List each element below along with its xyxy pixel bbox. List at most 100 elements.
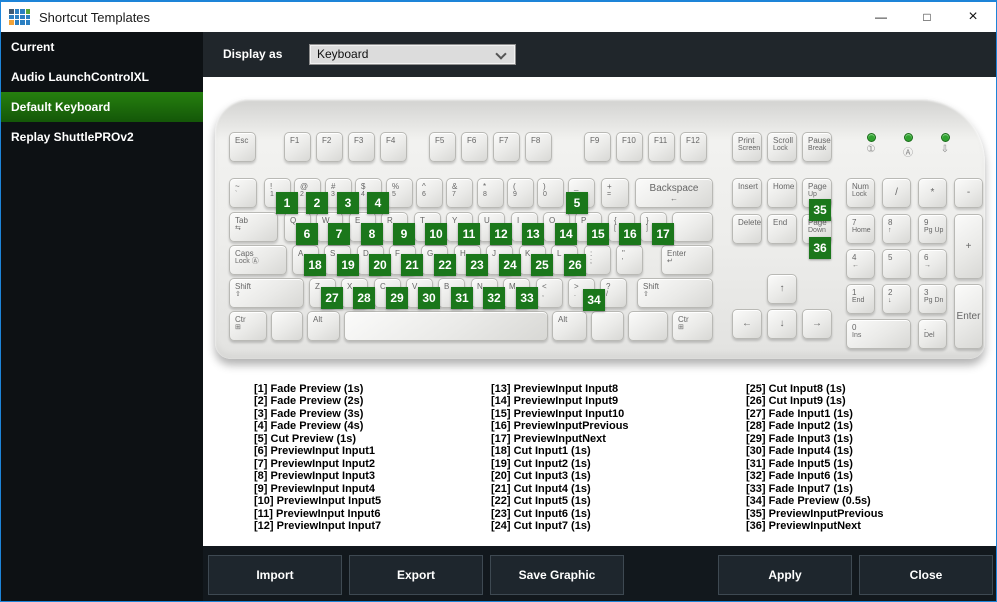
export-button[interactable]: Export (349, 555, 483, 595)
keyboard-key: 0 Ins (846, 319, 911, 349)
shortcut-line: [28] Fade Input2 (1s) (746, 420, 853, 433)
shortcut-line: [17] PreviewInputNext (491, 432, 606, 445)
shortcut-key-badge: 35 (809, 199, 831, 221)
keyboard-key (672, 212, 713, 242)
scroll-lock-indicator-led (941, 133, 950, 142)
shortcut-key-badge: 8 (361, 223, 383, 245)
shortcut-line: [21] Cut Input4 (1s) (491, 482, 591, 495)
shortcut-line: [35] PreviewInputPrevious (746, 507, 884, 520)
shortcut-line: [1] Fade Preview (1s) (254, 383, 364, 395)
shortcut-key-badge: 19 (337, 254, 359, 276)
shortcut-line: [29] Fade Input3 (1s) (746, 432, 853, 445)
shortcut-key-badge: 18 (304, 254, 326, 276)
keyboard-key: ← (732, 309, 762, 339)
apply-button[interactable]: Apply (718, 555, 852, 595)
shortcut-line: [12] PreviewInput Input7 (254, 519, 382, 532)
keyboard-key: F12 (680, 132, 707, 162)
shortcut-line: [19] Cut Input2 (1s) (491, 457, 591, 470)
shortcut-key-badge: 13 (522, 223, 544, 245)
chevron-down-icon (495, 48, 507, 60)
shortcut-line: [22] Cut Input5 (1s) (491, 495, 591, 508)
keyboard-key: * (918, 178, 947, 208)
keyboard-key: Num Lock (846, 178, 875, 208)
shortcut-line: [2] Fade Preview (2s) (254, 395, 364, 408)
close-icon[interactable]: × (950, 2, 996, 32)
shortcut-key-badge: 9 (393, 223, 415, 245)
shortcut-key-badge: 28 (353, 287, 375, 309)
keyboard-key: - (954, 178, 983, 208)
caps-lock-indicator-led (904, 133, 913, 142)
app-icon (9, 9, 30, 25)
keyboard-key: ) 0 (537, 178, 564, 208)
shortcut-key-badge: 21 (401, 254, 423, 276)
keyboard-key: 5 (882, 249, 911, 279)
shortcut-line: [27] Fade Input1 (1s) (746, 407, 853, 420)
shortcut-line: [8] PreviewInput Input3 (254, 470, 376, 483)
shortcut-key-badge: 3 (337, 192, 359, 214)
footer-bar: Import Export Save Graphic Apply Close (203, 546, 996, 601)
keyboard-key: Tab ⇆ (229, 212, 278, 242)
keyboard-key: (9 (507, 178, 534, 208)
keyboard-key: Alt (307, 311, 340, 341)
shortcut-line: [9] PreviewInput Input4 (254, 482, 376, 495)
shortcut-key-badge: 22 (434, 254, 456, 276)
shortcut-templates-window: Shortcut Templates — □ × Current Audio La… (0, 0, 997, 602)
shortcut-key-badge: 1 (276, 192, 298, 214)
display-as-toolbar: Display as Keyboard (203, 32, 996, 77)
keyboard-key: Shift ⇧ (637, 278, 713, 308)
save-graphic-button[interactable]: Save Graphic (490, 555, 624, 595)
shortcut-line: [15] PreviewInput Input10 (491, 407, 625, 420)
keyboard-key: F3 (348, 132, 375, 162)
keyboard-key: Delete (732, 214, 762, 244)
shortcut-key-badge: 25 (531, 254, 553, 276)
keyboard-key: ^ 6 (416, 178, 443, 208)
window-controls: — □ × (858, 2, 996, 32)
keyboard-key: F10 (616, 132, 643, 162)
shortcut-key-badge: 23 (466, 254, 488, 276)
keyboard-key: % 5 (386, 178, 413, 208)
keyboard-key: <, (536, 278, 563, 308)
sidebar-item-audio-launchcontrolxl[interactable]: Audio LaunchControlXL (1, 62, 203, 92)
display-as-dropdown[interactable]: Keyboard (309, 44, 516, 65)
keyboard-key: ↓ (767, 309, 797, 339)
shortcut-key-badge: 10 (425, 223, 447, 245)
shortcut-line: [36] PreviewInputNext (746, 519, 861, 532)
keyboard-key: * 8 (477, 178, 504, 208)
keyboard-key: 7 Home (846, 214, 875, 244)
keyboard-key: + (954, 214, 983, 279)
sidebar-item-current[interactable]: Current (1, 32, 203, 62)
shortcut-line: [10] PreviewInput Input5 (254, 495, 382, 508)
keyboard-key: . Del (918, 319, 947, 349)
maximize-button[interactable]: □ (904, 2, 950, 32)
display-as-value: Keyboard (317, 47, 369, 61)
sidebar-item-replay-shuttleprov2[interactable]: Replay ShuttlePROv2 (1, 122, 203, 152)
shortcut-list-column: [1] Fade Preview (1s) [2] Fade Preview (2… (254, 383, 381, 532)
shortcut-key-badge: 34 (583, 289, 605, 311)
keyboard-key: 3 Pg Dn (918, 284, 947, 314)
keyboard-key: Home (767, 178, 797, 208)
caps-lock-indicator-icon: Ⓐ (903, 148, 913, 159)
shortcut-key-badge: 15 (587, 223, 609, 245)
keyboard-key: Pause Break (802, 132, 832, 162)
shortcut-line: [20] Cut Input3 (1s) (491, 470, 591, 483)
shortcut-line: [34] Fade Preview (0.5s) (746, 495, 871, 508)
titlebar: Shortcut Templates — □ × (1, 2, 996, 32)
keyboard-key: → (802, 309, 832, 339)
shortcut-line: [32] Fade Input6 (1s) (746, 470, 853, 483)
keyboard-key: Enter (954, 284, 983, 349)
shortcut-key-badge: 4 (367, 192, 389, 214)
keyboard-key: & 7 (446, 178, 473, 208)
sidebar-item-default-keyboard[interactable]: Default Keyboard (1, 92, 203, 122)
shortcut-line: [14] PreviewInput Input9 (491, 395, 619, 408)
shortcut-line: [25] Cut Input8 (1s) (746, 383, 846, 395)
import-button[interactable]: Import (208, 555, 342, 595)
keyboard-key: Print Screen (732, 132, 762, 162)
shortcut-line: [13] PreviewInput Input8 (491, 383, 619, 395)
keyboard-key: 2 ↓ (882, 284, 911, 314)
shortcut-key-badge: 32 (483, 287, 505, 309)
minimize-button[interactable]: — (858, 2, 904, 32)
keyboard-key: Ctr ⊞ (229, 311, 267, 341)
close-button[interactable]: Close (859, 555, 993, 595)
keyboard-key (591, 311, 624, 341)
shortcut-line: [16] PreviewInputPrevious (491, 420, 629, 433)
